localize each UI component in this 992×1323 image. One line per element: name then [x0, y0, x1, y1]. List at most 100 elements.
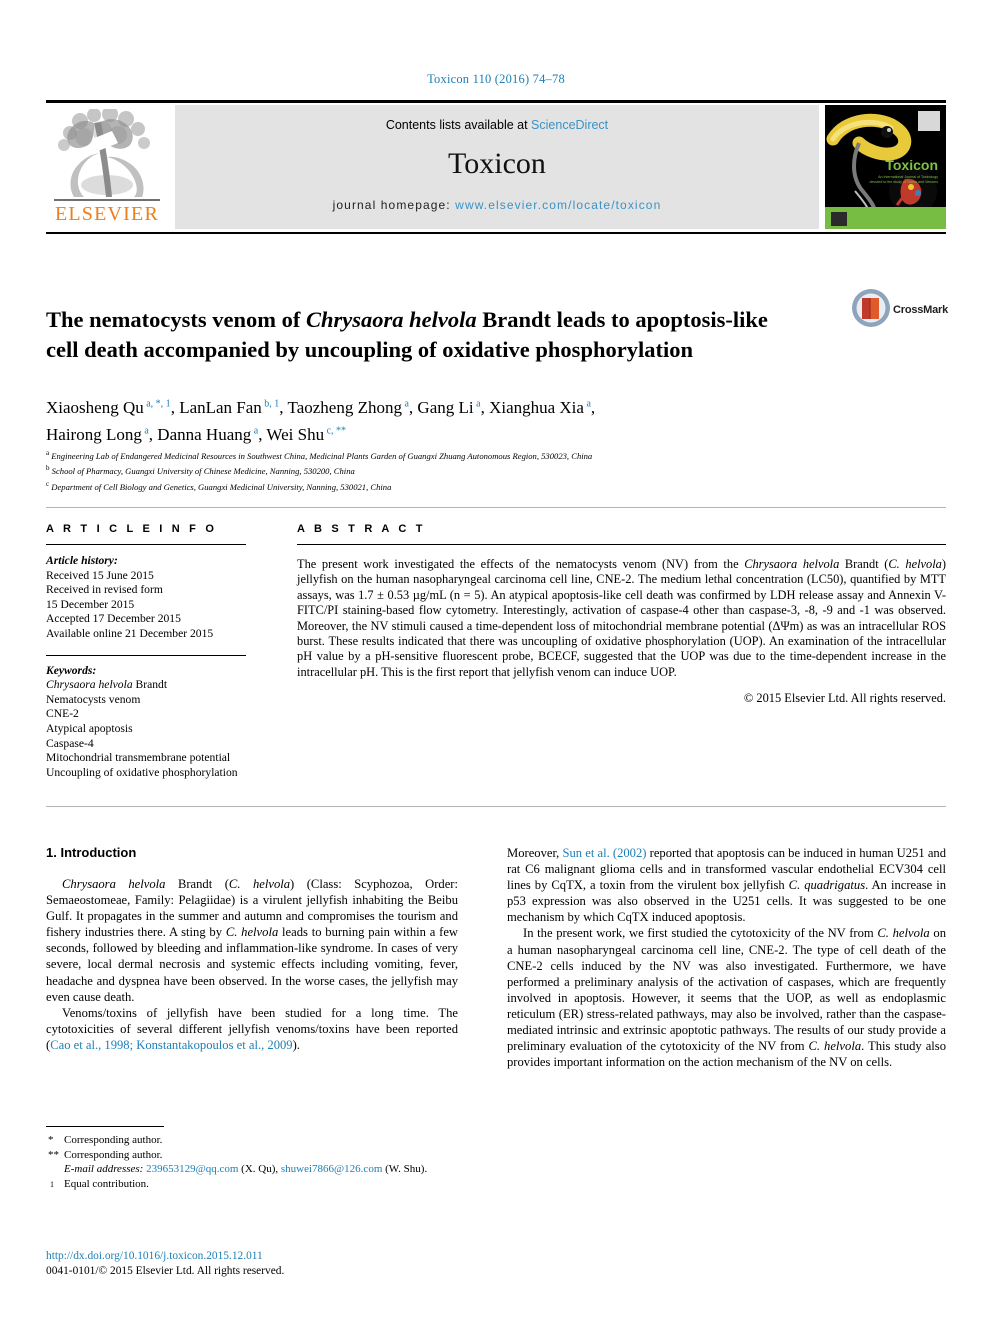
affiliation-item: a Engineering Lab of Endangered Medicina… [46, 447, 926, 462]
asterisk-mark: * [48, 1134, 54, 1146]
footnote-equal-contribution: 1 Equal contribution. [46, 1177, 466, 1192]
introduction-heading: 1. Introduction [46, 845, 137, 860]
intro-paragraph-2: Venoms/toxins of jellyfish have been stu… [46, 1005, 458, 1053]
info-band-bottom-rule [46, 806, 946, 807]
intro4-seg-b: on a human nasopharyngeal carcinoma cell… [507, 926, 946, 1054]
contents-available-line: Contents lists available at ScienceDirec… [175, 118, 819, 132]
keyword-item: CNE-2 [46, 707, 79, 721]
author-affil-marks: a [473, 398, 481, 409]
author-entry: Gang Li a, [417, 397, 490, 417]
footnote-corresponding-1: * Corresponding author. [46, 1133, 466, 1148]
keyword-item: Uncoupling of oxidative phosphorylation [46, 765, 238, 779]
cover-society-badge [831, 212, 847, 226]
article-info-column: A R T I C L E I N F O Article history: R… [46, 523, 246, 780]
intro-seg-a: Brandt ( [165, 877, 229, 891]
author-entry: Wei Shu c, ** [266, 425, 347, 445]
email-link-1[interactable]: 239653129@qq.com [146, 1163, 238, 1175]
elsevier-wordmark: ELSEVIER [54, 203, 160, 225]
abstract-rule [297, 544, 946, 545]
affiliation-mark: b [46, 464, 50, 473]
sciencedirect-link[interactable]: ScienceDirect [531, 118, 608, 132]
article-first-page: Toxicon 110 (2016) 74–78 ELSEVIER Conten… [0, 0, 992, 1323]
keyword-item: Nematocysts venom [46, 692, 141, 706]
intro-species-3: C. helvola [225, 925, 279, 940]
citation-link[interactable]: Cao et al., 1998; Konstantakopoulos et a… [50, 1038, 292, 1052]
intro-species-2: C. helvola [228, 877, 291, 891]
crossmark-label: CrossMark [893, 304, 949, 316]
affiliation-mark: a [46, 449, 50, 457]
article-history-item: Accepted 17 December 2015 [46, 612, 181, 626]
affiliation-text: School of Pharmacy, Guangxi University o… [51, 466, 355, 477]
keywords-block: Keywords: Chrysaora helvola Brandt Nemat… [46, 664, 246, 781]
abstract-species-1: Chrysaora helvola [744, 557, 840, 571]
abstract-seg-b: Brandt ( [839, 557, 889, 571]
email-owner-1: (X. Qu), [238, 1163, 281, 1175]
author-affil-marks: a [401, 398, 409, 409]
journal-homepage-line: journal homepage: www.elsevier.com/locat… [175, 198, 819, 212]
footnote-text: Equal contribution. [64, 1177, 149, 1190]
footnote-text: Corresponding author. [64, 1134, 163, 1146]
intro-species-1: Chrysaora helvola [62, 877, 166, 891]
cover-journal-title: Toxicon [885, 157, 938, 173]
title-species-name: Chrysaora helvola [305, 307, 477, 333]
affiliation-mark: c [46, 479, 50, 488]
article-info-rule [46, 544, 246, 545]
journal-masthead: ELSEVIER Contents lists available at Sci… [46, 100, 946, 234]
journal-title: Toxicon [448, 147, 546, 180]
article-info-heading: A R T I C L E I N F O [46, 523, 218, 535]
intro4-seg-a: In the present work, we first studied th… [523, 926, 878, 941]
crossmark-badge[interactable]: CrossMark [851, 288, 949, 342]
intro4-species-1: C. helvola [877, 926, 930, 941]
article-history-block: Article history: Received 15 June 2015 R… [46, 554, 246, 642]
keyword-item: Mitochondrial transmembrane potential [46, 751, 231, 765]
journal-cover-thumbnail[interactable]: Toxicon An International Journal of Toxi… [825, 105, 946, 229]
author-entry: Danna Huang a, [157, 425, 267, 445]
author-entry: Xiaosheng Qu a, *, 1, [46, 397, 180, 417]
author-affil-marks: c, ** [324, 425, 347, 437]
author-affil-marks: b, 1 [261, 398, 280, 409]
author-entry: Hairong Long a, [46, 425, 158, 445]
author-affil-marks: a [251, 425, 259, 437]
email-owner-2: (W. Shu). [382, 1163, 428, 1175]
article-history-label: Article history: [46, 554, 118, 567]
author-list: Xiaosheng Qu a, *, 1, LanLan Fan b, 1, T… [46, 392, 846, 447]
author-entry: Xianghua Xia a, [489, 397, 596, 417]
abstract-heading: A B S T R A C T [297, 523, 426, 535]
doi-link[interactable]: http://dx.doi.org/10.1016/j.toxicon.2015… [46, 1249, 476, 1264]
issn-copyright-line: 0041-0101/© 2015 Elsevier Ltd. All right… [46, 1265, 285, 1277]
abstract-species-2: C. helvola [888, 557, 942, 571]
author-affil-marks: a [141, 425, 149, 437]
body-column-left: 1. Introduction Chrysaora helvola Brandt… [46, 845, 458, 1053]
footnote-emails: E-mail addresses: 239653129@qq.com (X. Q… [46, 1162, 466, 1177]
elsevier-logo: ELSEVIER [46, 105, 168, 231]
abstract-copyright: © 2015 Elsevier Ltd. All rights reserved… [743, 691, 946, 706]
email-label: E-mail addresses: [64, 1163, 144, 1175]
intro-paragraph-1: Chrysaora helvola Brandt (C. helvola) (C… [46, 876, 458, 1005]
keyword-item: Chrysaora helvola Brandt [46, 678, 168, 692]
elsevier-logo-baseline [54, 199, 160, 201]
affiliation-text: Department of Cell Biology and Genetics,… [51, 481, 392, 492]
crossmark-icon [852, 289, 890, 327]
intro3-species: C. quadrigatus [788, 878, 866, 893]
elsevier-tree-icon [58, 109, 150, 197]
footnote-number-mark: 1 [50, 1179, 54, 1189]
footnote-rule [46, 1126, 164, 1127]
cover-publisher-badge [918, 111, 940, 131]
double-asterisk-mark: ** [48, 1148, 59, 1161]
homepage-url-link[interactable]: www.elsevier.com/locate/toxicon [455, 198, 661, 212]
abstract-seg-c: ) jellyfish on the human nasopharyngeal … [297, 557, 946, 679]
masthead-top-rule [46, 100, 946, 103]
body-column-right: Moreover, Sun et al. (2002) reported tha… [507, 845, 946, 1070]
abstract-column: A B S T R A C T The present work investi… [297, 523, 946, 706]
citation-link[interactable]: Sun et al. (2002) [562, 846, 646, 860]
contents-prefix: Contents lists available at [385, 118, 532, 132]
keywords-label: Keywords: [46, 663, 97, 677]
masthead-center-panel: Contents lists available at ScienceDirec… [175, 105, 819, 229]
email-link-2[interactable]: shuwei7866@126.com [281, 1163, 382, 1175]
abstract-text: The present work investigated the effect… [297, 557, 946, 680]
affiliation-list: a Engineering Lab of Endangered Medicina… [46, 447, 926, 493]
intro-paragraph-4: In the present work, we first studied th… [507, 925, 946, 1070]
author-affil-marks: a, *, 1 [143, 398, 171, 409]
affiliation-item: b School of Pharmacy, Guangxi University… [46, 462, 926, 477]
intro-paragraph-3: Moreover, Sun et al. (2002) reported tha… [507, 845, 946, 925]
